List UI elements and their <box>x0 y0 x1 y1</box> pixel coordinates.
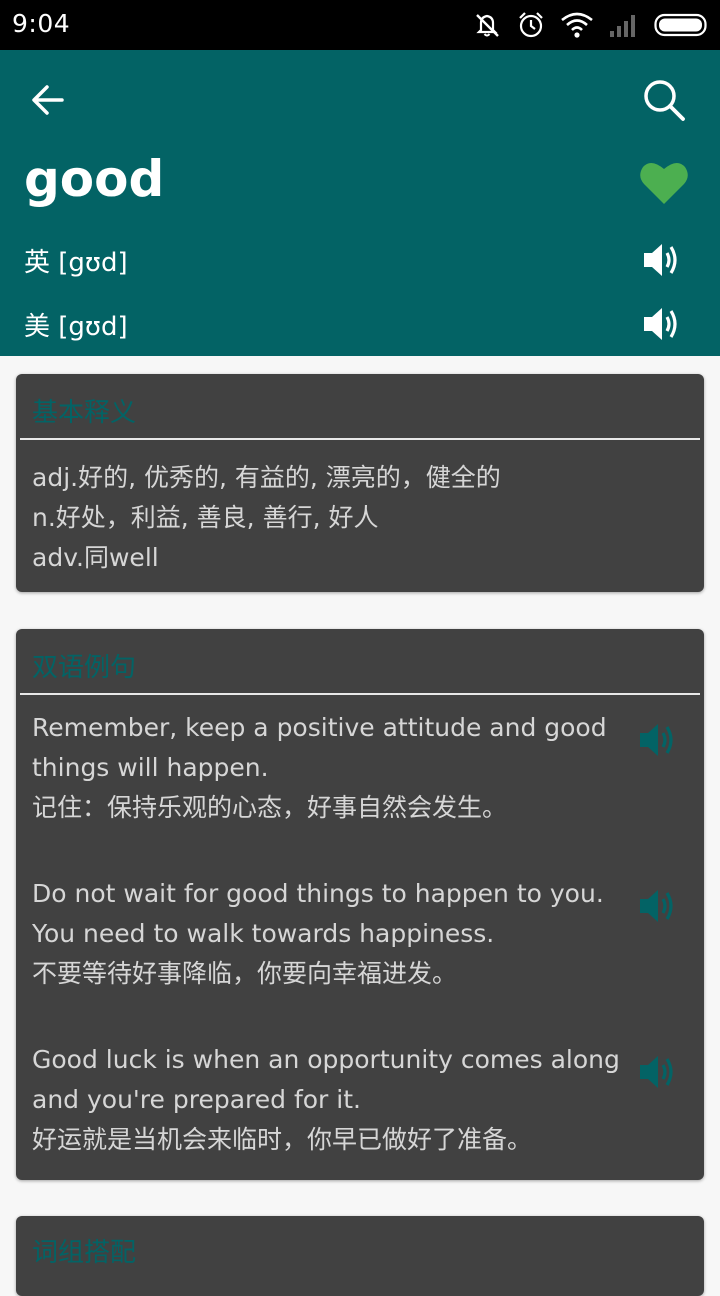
example-speaker-icon[interactable] <box>636 718 680 762</box>
us-phonetic: 美 [gʊd] <box>24 312 128 342</box>
uk-pronounce-speaker-icon[interactable] <box>640 238 684 282</box>
card-divider <box>20 693 700 695</box>
definition-line: n.好处，利益, 善良, 善行, 好人 <box>32 503 379 532</box>
phrases-card: 词组搭配 <box>16 1216 704 1296</box>
favorite-heart-icon[interactable] <box>638 158 690 206</box>
basic-definition-card: 基本释义 adj.好的, 优秀的, 有益的, 漂亮的，健全的 n.好处，利益, … <box>16 374 704 592</box>
us-pronounce-speaker-icon[interactable] <box>640 302 684 346</box>
phrases-title: 词组搭配 <box>32 1238 137 1268</box>
bilingual-examples-card: 双语例句 Remember, keep a positive attitude … <box>16 629 704 1180</box>
definition-line: adj.好的, 优秀的, 有益的, 漂亮的，健全的 <box>32 463 501 492</box>
definition-line: adv.同well <box>32 543 159 572</box>
signal-icon <box>610 15 635 37</box>
example-item: Do not wait for good things to happen to… <box>32 874 632 994</box>
search-icon[interactable] <box>640 76 688 124</box>
mute-icon <box>476 14 499 37</box>
example-chinese: 记住：保持乐观的心态，好事自然会发生。 <box>32 793 508 822</box>
example-english-line: Good luck is when an opportunity comes a… <box>32 1045 620 1074</box>
example-chinese: 不要等待好事降临，你要向幸福进发。 <box>32 959 458 988</box>
basic-definition-title: 基本释义 <box>32 398 137 428</box>
example-item: Remember, keep a positive attitude and g… <box>32 708 632 828</box>
back-arrow-icon[interactable] <box>26 78 70 122</box>
example-english-line: Do not wait for good things to happen to… <box>32 879 604 908</box>
example-chinese: 好运就是当机会来临时，你早已做好了准备。 <box>32 1125 533 1154</box>
alarm-icon <box>519 12 543 38</box>
status-time: 9:04 <box>12 9 71 38</box>
status-icons <box>472 8 710 42</box>
example-item: Good luck is when an opportunity comes a… <box>32 1040 632 1160</box>
headword: good <box>24 150 165 208</box>
uk-phonetic: 英 [gʊd] <box>24 248 128 278</box>
battery-icon <box>654 13 707 37</box>
example-english-line: and you're prepared for it. <box>32 1085 361 1114</box>
example-speaker-icon[interactable] <box>636 884 680 928</box>
card-divider <box>20 438 700 440</box>
word-header: good 英 [gʊd] 美 [gʊd] <box>0 50 720 356</box>
example-english-line: You need to walk towards happiness. <box>32 919 495 948</box>
bilingual-examples-title: 双语例句 <box>32 653 137 683</box>
status-bar: 9:04 <box>0 0 720 50</box>
wifi-icon <box>561 12 593 38</box>
example-english-line: Remember, keep a positive attitude and g… <box>32 713 607 742</box>
example-english-line: things will happen. <box>32 753 269 782</box>
example-speaker-icon[interactable] <box>636 1050 680 1094</box>
